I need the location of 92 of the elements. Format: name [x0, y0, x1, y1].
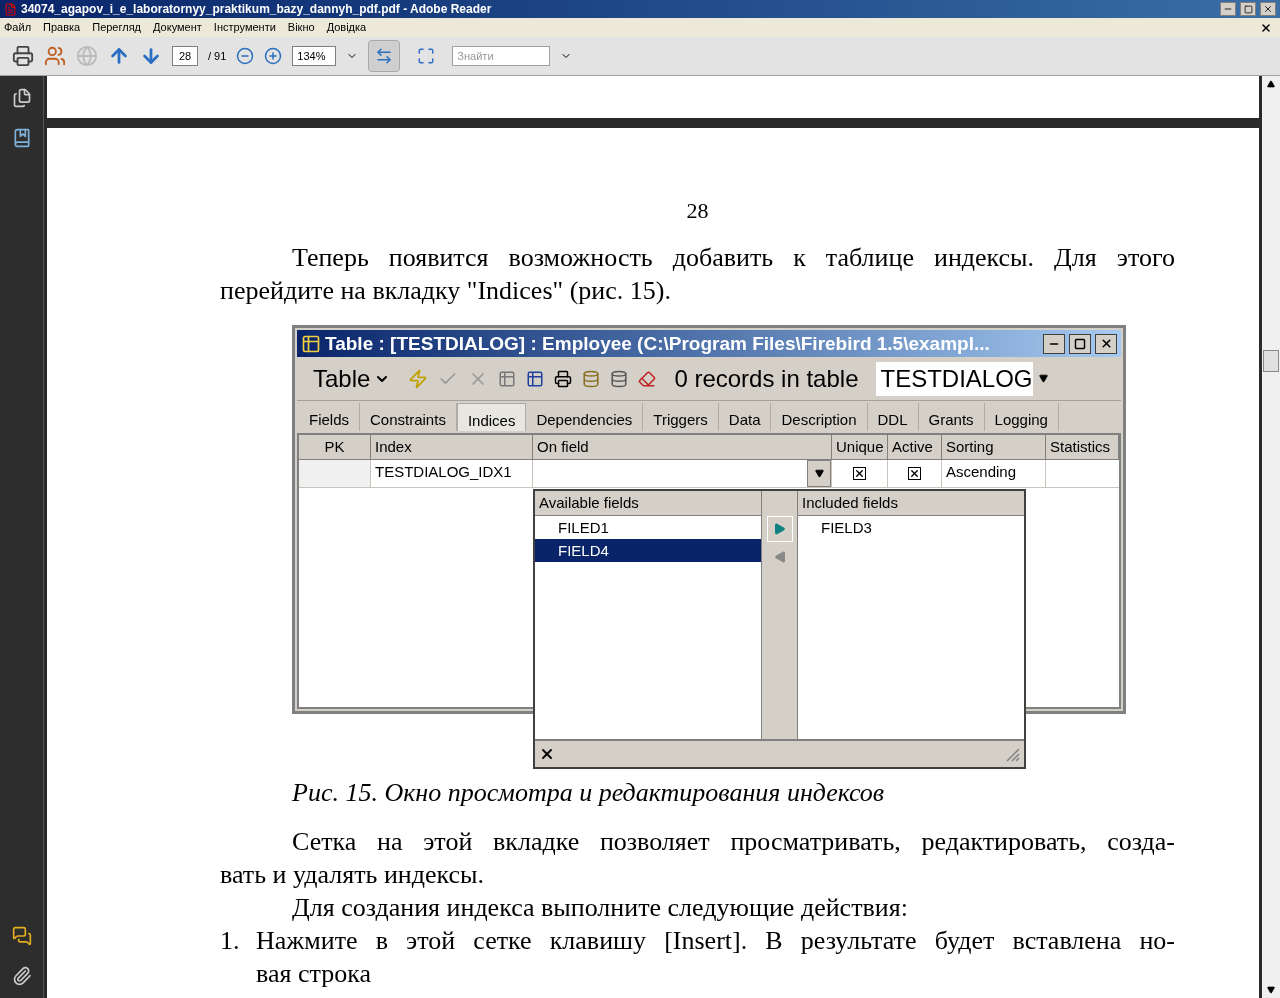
- fit-width-icon: [375, 47, 394, 65]
- close-button[interactable]: [1095, 333, 1117, 354]
- pdf-icon: [4, 2, 17, 16]
- checkbox[interactable]: [853, 467, 866, 480]
- page-number: 28: [685, 197, 710, 225]
- close-button[interactable]: [1260, 2, 1276, 16]
- checkbox[interactable]: [908, 467, 921, 480]
- column-header[interactable]: On field: [533, 435, 832, 460]
- grid-icon[interactable]: [498, 369, 517, 388]
- eraser-icon[interactable]: [638, 369, 657, 388]
- paperclip-icon[interactable]: [11, 966, 32, 986]
- window-title: 34074_agapov_i_e_laboratornyy_praktikum_bazy_dannyh_pdf.pdf - Adobe Reader: [21, 1, 493, 18]
- window-title: Table : [TESTDIALOG] : Employee (C:\Program Files\Firebird 1.5\exampl...: [325, 332, 991, 355]
- close-icon[interactable]: [1260, 21, 1272, 34]
- view-button[interactable]: [368, 40, 401, 72]
- tab[interactable]: Logging: [984, 403, 1059, 431]
- table-cell: TESTDIALOG_IDX1: [371, 460, 533, 487]
- database-icon[interactable]: [610, 369, 629, 388]
- scroll-up-icon[interactable]: [1267, 80, 1275, 88]
- caret-icon: [814, 469, 824, 478]
- left-arrow-icon: [773, 551, 786, 563]
- next-page-icon[interactable]: [140, 45, 162, 67]
- zoom-field[interactable]: 134%: [292, 46, 337, 66]
- scroll-thumb[interactable]: [1263, 350, 1279, 372]
- paragraph-line: Сетка на этой вкладке позволяет просматривать, редактировать, созда-: [291, 826, 1175, 858]
- column-header[interactable]: Active: [888, 435, 942, 460]
- menu-item[interactable]: Довідка: [326, 19, 367, 36]
- people-icon[interactable]: [44, 45, 66, 67]
- page-total: / 91: [208, 48, 227, 64]
- close-icon[interactable]: [539, 746, 555, 762]
- paragraph-line: вать и удалять индексы.: [220, 859, 486, 891]
- scroll-down-icon[interactable]: [1267, 986, 1275, 994]
- table-cell: Ascending: [942, 460, 1046, 487]
- resize-grip-icon[interactable]: [1004, 746, 1020, 762]
- zoom-in-icon[interactable]: [264, 47, 283, 65]
- pages-icon[interactable]: [11, 88, 32, 108]
- tab[interactable]: Constraints: [360, 403, 457, 431]
- cross-mark-icon: [909, 468, 920, 479]
- list-item[interactable]: FIELD3: [798, 516, 1024, 539]
- menu-item[interactable]: Вікно: [287, 19, 315, 36]
- tab[interactable]: Grants: [918, 403, 985, 431]
- list-item[interactable]: FIELD4: [535, 539, 761, 562]
- menu-item[interactable]: Інструменти: [213, 19, 276, 36]
- paragraph-line: перейдите на вкладку "Indices" (рис. 15).: [220, 275, 672, 307]
- paragraph-line: Нажмите в этой сетке клавишу [Insert]. В результате будет вставлена но-: [256, 925, 1175, 957]
- page-number-field[interactable]: 28: [172, 46, 198, 66]
- tab[interactable]: Data: [718, 403, 772, 431]
- add-field-button[interactable]: [766, 516, 793, 542]
- zoom-out-icon[interactable]: [236, 47, 255, 65]
- tab[interactable]: Fields: [299, 403, 360, 431]
- database-icon[interactable]: [582, 369, 601, 388]
- paragraph-line: вая строка: [256, 958, 372, 990]
- records-count: 0 records in table: [673, 364, 860, 393]
- tab[interactable]: Triggers: [643, 403, 719, 431]
- tab[interactable]: Description: [771, 403, 868, 431]
- paragraph-line: Теперь появится возможность добавить к таблице индексы. Для этого: [291, 242, 1175, 274]
- column-header[interactable]: Sorting: [942, 435, 1046, 460]
- table-combo[interactable]: TESTDIALOG: [876, 361, 1055, 396]
- list-item[interactable]: FILED1: [535, 516, 761, 539]
- menu-item[interactable]: Файл: [4, 19, 32, 36]
- menu-item[interactable]: Перегляд: [92, 19, 142, 36]
- cross-mark-icon: [854, 468, 865, 479]
- print-icon[interactable]: [12, 45, 34, 67]
- search-field[interactable]: Знайти: [452, 46, 551, 66]
- right-arrow-icon: [773, 523, 786, 535]
- comments-icon[interactable]: [11, 926, 32, 946]
- previous-page-icon[interactable]: [108, 45, 130, 67]
- close-icon: [1099, 337, 1113, 350]
- column-header[interactable]: Statistics: [1046, 435, 1119, 460]
- column-header[interactable]: Index: [371, 435, 533, 460]
- menu-item[interactable]: Правка: [43, 19, 81, 36]
- tab[interactable]: Indices: [456, 403, 527, 431]
- close-icon: [1263, 4, 1273, 14]
- figure-caption: Рис. 15. Окно просмотра и редактирования индексов: [292, 777, 886, 809]
- table-menu-button[interactable]: Table: [305, 364, 399, 393]
- column-header[interactable]: Unique: [832, 435, 888, 460]
- restore-button[interactable]: [1240, 2, 1256, 16]
- menu-item[interactable]: Документ: [153, 19, 202, 36]
- column-header: Included fields: [798, 491, 1024, 516]
- column-header: Available fields: [535, 491, 761, 516]
- tab[interactable]: DDL: [867, 403, 919, 431]
- paragraph-line: Для создания индекса выполните следующие действия:: [291, 892, 909, 924]
- maximize-button[interactable]: [1069, 333, 1091, 354]
- print-icon[interactable]: [554, 369, 573, 388]
- minimize-button[interactable]: [1043, 333, 1065, 354]
- restore-icon: [1243, 4, 1253, 14]
- table-icon: [301, 333, 321, 354]
- maximize-icon: [1074, 337, 1086, 350]
- fit-page-icon: [417, 47, 436, 65]
- caret-icon: [1039, 374, 1048, 383]
- list-number: 1.: [220, 925, 241, 957]
- tab[interactable]: Dependencies: [526, 403, 644, 431]
